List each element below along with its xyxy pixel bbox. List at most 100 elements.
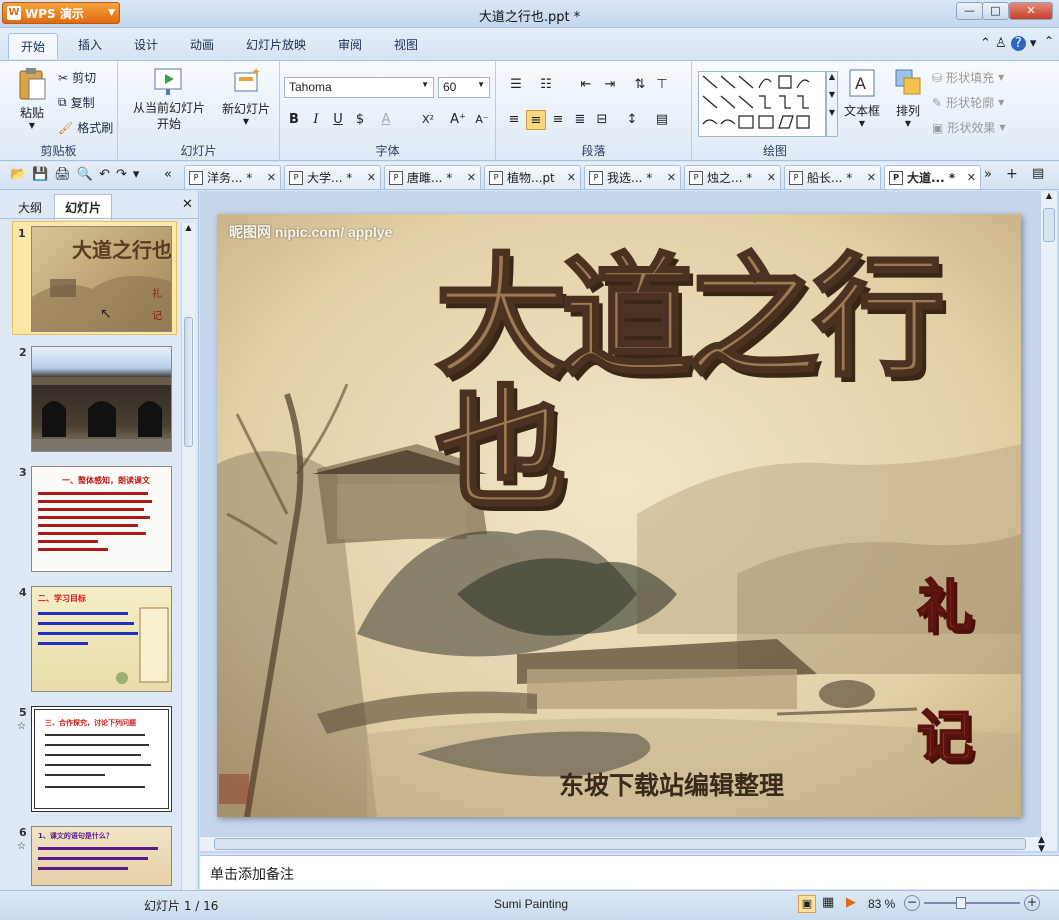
tab-insert[interactable]: 插入: [78, 36, 102, 53]
close-tab-icon[interactable]: ✕: [367, 171, 376, 184]
font-color-button[interactable]: A: [376, 110, 396, 130]
slide-thumbnail-2[interactable]: [31, 346, 172, 452]
tab-slideshow[interactable]: 幻灯片放映: [246, 36, 306, 53]
scroll-thumb[interactable]: [184, 317, 193, 447]
slide-subtitle[interactable]: 东坡下载站编辑整理: [559, 766, 784, 802]
page-nav-icons[interactable]: ▲ ▼: [1038, 836, 1045, 854]
cut-button[interactable]: ✂ 剪切: [58, 69, 96, 86]
justify-icon[interactable]: ≣: [570, 110, 590, 130]
chevron-down-icon: ▼: [858, 119, 866, 128]
zoom-slider-thumb[interactable]: [956, 897, 966, 909]
slide-canvas[interactable]: 昵图网 nipic.com/ applye 大道之行也 礼 记 东坡下载站编辑整…: [217, 214, 1021, 817]
bold-button[interactable]: B: [284, 110, 304, 130]
italic-button[interactable]: I: [306, 110, 326, 130]
doc-tab[interactable]: P 洋务... * ✕: [184, 165, 281, 189]
increase-indent-icon[interactable]: ⇥: [600, 75, 620, 95]
paste-button[interactable]: 粘贴 ▼: [12, 67, 52, 130]
doc-tab[interactable]: P 烛之... * ✕: [684, 165, 781, 189]
close-tab-icon[interactable]: ✕: [867, 171, 876, 184]
slide-thumbnail-3[interactable]: 一、整体感知，朗读课文: [31, 466, 172, 572]
help-icons[interactable]: ⌃ ♙ ? ▾: [980, 36, 1036, 51]
grow-font-button[interactable]: A⁺: [448, 110, 468, 130]
maximize-button[interactable]: □: [982, 2, 1009, 20]
text-direction-icon[interactable]: ⇅: [630, 75, 650, 95]
align-center-icon[interactable]: ≡: [526, 110, 546, 130]
doc-tab[interactable]: P 大学... * ✕: [284, 165, 381, 189]
tabs-right-arrow-icon[interactable]: »: [984, 167, 992, 182]
play-from-current-button[interactable]: 从当前幻灯片 开始: [128, 67, 210, 132]
superscript-button[interactable]: X²: [418, 110, 438, 130]
align-right-icon[interactable]: ≡: [548, 110, 568, 130]
close-button[interactable]: ✕: [1009, 2, 1053, 20]
close-panel-icon[interactable]: ✕: [182, 197, 193, 212]
slide-hscrollbar[interactable]: [200, 836, 1040, 851]
doc-tab[interactable]: P 船长... * ✕: [784, 165, 881, 189]
shape-fill-button[interactable]: ⛁ 形状填充 ▼: [932, 69, 1004, 86]
distribute-icon[interactable]: ⊟: [592, 110, 612, 130]
quick-access-toolbar[interactable]: 📂💾🖨🔍↶↷▾: [10, 167, 145, 182]
new-slide-button[interactable]: ✦ 新幻灯片 ▼: [218, 65, 274, 126]
font-name-select[interactable]: Tahoma ▼: [284, 77, 434, 98]
slide-thumbnail-5[interactable]: 三、合作探究，讨论下列问题: [31, 706, 172, 812]
tab-animation[interactable]: 动画: [190, 36, 214, 53]
normal-view-icon[interactable]: ▣: [798, 895, 816, 913]
close-tab-icon[interactable]: ✕: [967, 171, 976, 184]
slide-vscrollbar[interactable]: ▲: [1040, 191, 1057, 851]
align-text-icon[interactable]: ⊤: [652, 75, 672, 95]
close-tab-icon[interactable]: ✕: [267, 171, 276, 184]
tab-slides[interactable]: 幻灯片: [54, 194, 113, 220]
slide-thumbnail-6[interactable]: 1、课文的语句是什么？: [31, 826, 172, 886]
new-tab-icon[interactable]: +: [1006, 166, 1018, 182]
tab-outline[interactable]: 大纲: [12, 197, 48, 218]
doc-tab[interactable]: P 大道... * ✕: [884, 165, 981, 189]
tab-review[interactable]: 审阅: [338, 36, 362, 53]
shape-outline-button[interactable]: ✎ 形状轮廓 ▼: [932, 94, 1004, 111]
play-slideshow-icon[interactable]: ▶: [846, 895, 856, 910]
close-tab-icon[interactable]: ✕: [567, 171, 576, 184]
tab-view[interactable]: 视图: [394, 36, 418, 53]
arrange-button[interactable]: 排列 ▼: [888, 67, 928, 128]
minimize-button[interactable]: —: [956, 2, 983, 20]
align-left-icon[interactable]: ≡: [504, 110, 524, 130]
decrease-indent-icon[interactable]: ⇤: [576, 75, 596, 95]
shrink-font-button[interactable]: A⁻: [472, 110, 492, 130]
doc-tab[interactable]: P 我选... * ✕: [584, 165, 681, 189]
collapse-ribbon-icon[interactable]: ⌃: [1044, 34, 1054, 48]
zoom-out-button[interactable]: −: [904, 895, 920, 911]
close-tab-icon[interactable]: ✕: [767, 171, 776, 184]
scroll-up-icon[interactable]: ▲: [182, 223, 195, 237]
columns-icon[interactable]: ▤: [652, 110, 672, 130]
slide-thumbnail-4[interactable]: 二、学习目标: [31, 586, 172, 692]
line-spacing-icon[interactable]: ↕: [622, 110, 642, 130]
scroll-up-icon[interactable]: ▲: [1041, 191, 1057, 200]
panel-scrollbar[interactable]: ▲: [181, 223, 195, 891]
font-size-select[interactable]: 60 ▼: [438, 77, 490, 98]
underline-button[interactable]: U: [328, 110, 348, 130]
copy-button[interactable]: ⧉ 复制: [58, 94, 95, 111]
shadow-button[interactable]: $: [350, 110, 370, 130]
doc-tab[interactable]: P 植物...pt ✕: [484, 165, 581, 189]
scroll-thumb[interactable]: [214, 838, 1026, 850]
format-painter-button[interactable]: 🖌 格式刷: [58, 119, 113, 136]
tab-list-icon[interactable]: ▤: [1032, 166, 1044, 181]
textbox-button[interactable]: A 文本框 ▼: [842, 67, 882, 128]
slide-sorter-icon[interactable]: ▦: [822, 895, 834, 910]
notes-pane[interactable]: 单击添加备注: [200, 855, 1059, 889]
scroll-thumb[interactable]: [1043, 208, 1055, 242]
numbering-icon[interactable]: ☷: [536, 75, 556, 95]
zoom-in-button[interactable]: +: [1024, 895, 1040, 911]
shapes-gallery[interactable]: [698, 71, 826, 137]
tab-design[interactable]: 设计: [134, 36, 158, 53]
side-char-li[interactable]: 礼: [916, 562, 974, 643]
tab-home[interactable]: 开始: [8, 33, 59, 59]
close-tab-icon[interactable]: ✕: [667, 171, 676, 184]
zoom-slider[interactable]: [924, 902, 1020, 904]
doc-tab[interactable]: P 唐雎... * ✕: [384, 165, 481, 189]
slide-title[interactable]: 大道之行也: [434, 250, 1021, 517]
shape-effect-button[interactable]: ▣ 形状效果 ▼: [932, 119, 1006, 136]
shapes-scroll[interactable]: ▲ ▼ ▼: [826, 71, 838, 137]
side-char-ji[interactable]: 记: [916, 692, 974, 773]
tabs-left-arrow-icon[interactable]: «: [164, 167, 172, 182]
bullets-icon[interactable]: ☰: [506, 75, 526, 95]
close-tab-icon[interactable]: ✕: [467, 171, 476, 184]
